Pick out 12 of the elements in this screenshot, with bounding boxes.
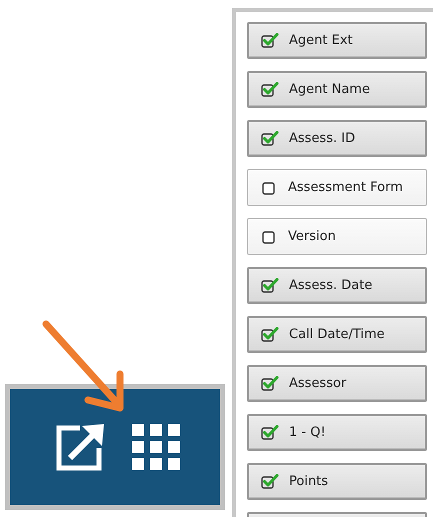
column-toggle-button[interactable]: 1 - Q!	[247, 414, 427, 451]
column-toggle-button[interactable]: Call Date/Time	[247, 316, 427, 353]
column-toggle-button[interactable]: Agent Ext	[247, 22, 427, 59]
column-toggle-button[interactable]: Assessment Form	[247, 169, 427, 206]
grid-icon[interactable]	[132, 424, 180, 470]
column-toggle-button[interactable]: Assessor	[247, 365, 427, 402]
external-link-icon[interactable]	[56, 422, 106, 472]
column-toggle-button[interactable]: Assess. ID	[247, 120, 427, 157]
column-toggle-button[interactable]: Version	[247, 218, 427, 255]
column-toggle-button[interactable]: Agent Name	[247, 71, 427, 108]
column-toggle-button[interactable]: Points	[247, 463, 427, 500]
column-toggle-button[interactable]: Assess. Date	[247, 267, 427, 304]
